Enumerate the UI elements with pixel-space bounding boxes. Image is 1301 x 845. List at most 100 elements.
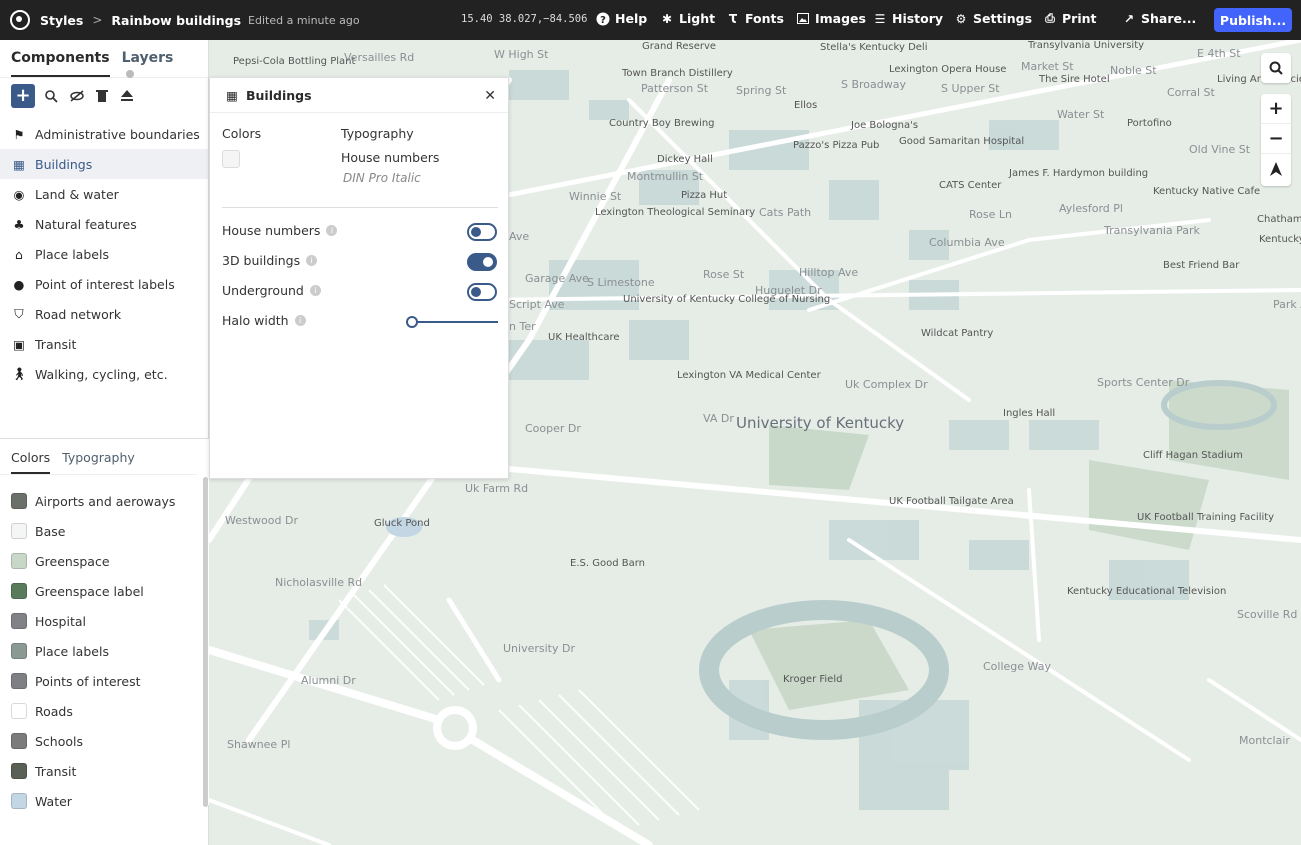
color-item[interactable]: Airports and aeroways: [0, 486, 209, 516]
color-item[interactable]: Greenspace: [0, 546, 209, 576]
publish-button[interactable]: Publish...: [1214, 8, 1292, 32]
info-icon[interactable]: i: [306, 255, 318, 266]
component-walking-cycling[interactable]: 🚶︎ Walking, cycling, etc.: [0, 359, 208, 389]
tab-colors[interactable]: Colors: [11, 450, 51, 474]
color-item[interactable]: Base: [0, 516, 209, 546]
component-land-water[interactable]: ◉ Land & water: [0, 179, 208, 209]
map-label: Town Branch Distillery: [622, 68, 733, 79]
share-button[interactable]: ↗ Share...: [1122, 11, 1196, 26]
component-road-network[interactable]: ⛉ Road network: [0, 299, 208, 329]
breadcrumb-styles[interactable]: Styles: [40, 13, 83, 28]
color-swatch[interactable]: [11, 553, 27, 569]
house-numbers-toggle[interactable]: [467, 223, 497, 241]
logo-icon[interactable]: [10, 10, 30, 30]
compass-button[interactable]: [1261, 154, 1291, 184]
map-label: Script Ave: [509, 298, 565, 311]
3d-buildings-toggle[interactable]: [467, 253, 497, 271]
add-component-button[interactable]: +: [11, 83, 35, 108]
history-button[interactable]: ☰ History: [873, 11, 943, 26]
info-icon[interactable]: i: [309, 285, 321, 296]
map-label: Hilltop Ave: [799, 266, 859, 279]
colors-heading: Colors: [222, 126, 262, 141]
color-label: Greenspace: [35, 553, 110, 569]
light-label: Light: [679, 11, 716, 26]
halo-width-slider[interactable]: [406, 316, 498, 328]
print-button[interactable]: ⎙ Print: [1043, 11, 1096, 26]
tab-typography[interactable]: Typography: [62, 450, 135, 474]
component-buildings[interactable]: ▦ Buildings: [0, 149, 208, 179]
color-swatch[interactable]: [11, 583, 27, 599]
color-swatch[interactable]: [11, 523, 27, 539]
map-label: Patterson St: [641, 82, 709, 95]
font-selector[interactable]: DIN Pro Italic: [343, 171, 421, 185]
close-icon[interactable]: ✕: [484, 88, 496, 104]
map-label: The Sire Hotel: [1039, 74, 1110, 85]
color-item[interactable]: Greenspace label: [0, 576, 209, 606]
map-label: Scoville Rd: [1237, 608, 1298, 621]
settings-button[interactable]: ⚙ Settings: [954, 11, 1032, 26]
help-button[interactable]: ? Help: [596, 11, 647, 26]
component-place-labels[interactable]: ⌂ Place labels: [0, 239, 208, 269]
color-item[interactable]: Hospital: [0, 606, 209, 636]
style-name[interactable]: Rainbow buildings: [111, 13, 241, 28]
train-icon: ▣: [13, 336, 25, 352]
component-transit[interactable]: ▣ Transit: [0, 329, 208, 359]
color-item[interactable]: Schools: [0, 726, 209, 756]
help-label: Help: [615, 11, 648, 26]
component-poi-labels[interactable]: ● Point of interest labels: [0, 269, 208, 299]
map-label: Rose Ln: [969, 208, 1012, 221]
component-administrative-boundaries[interactable]: ⚑ Administrative boundaries: [0, 119, 208, 149]
map-label: CATS Center: [939, 180, 1002, 191]
color-swatch[interactable]: [11, 763, 27, 779]
map-search-button[interactable]: [1261, 53, 1291, 83]
map-label: Lexington Opera House: [889, 64, 1007, 75]
flag-icon: ⚑: [13, 126, 25, 142]
color-swatch[interactable]: [11, 733, 27, 749]
color-item[interactable]: Roads: [0, 696, 209, 726]
light-button[interactable]: ✱ Light: [660, 11, 715, 26]
color-swatch[interactable]: [11, 703, 27, 719]
fonts-button[interactable]: Ꚍ Fonts: [726, 11, 784, 26]
map-label: Nicholasville Rd: [275, 576, 363, 589]
map-label: Uk Farm Rd: [465, 482, 529, 495]
scrollbar[interactable]: [203, 477, 208, 807]
color-swatch[interactable]: [11, 793, 27, 809]
color-swatch[interactable]: [11, 493, 27, 509]
map-label: University of Kentucky College of Nursin…: [623, 294, 831, 305]
status-dot-icon: [125, 70, 134, 78]
color-label: Points of interest: [35, 673, 141, 689]
info-icon[interactable]: i: [326, 225, 338, 236]
component-label: Place labels: [35, 246, 109, 262]
color-swatch[interactable]: [11, 673, 27, 689]
tab-layers[interactable]: Layers: [122, 50, 185, 78]
printer-icon: ⎙: [1045, 11, 1055, 25]
road-icon: ⛉: [14, 306, 24, 321]
underground-toggle[interactable]: [467, 283, 497, 301]
slider-handle[interactable]: [406, 316, 418, 328]
info-icon[interactable]: i: [294, 315, 306, 326]
zoom-in-button[interactable]: +: [1261, 94, 1291, 124]
map-label: Pepsi-Cola Bottling Plant: [233, 56, 356, 67]
gear-icon: ⚙: [955, 11, 967, 26]
zoom-out-button[interactable]: −: [1261, 124, 1291, 154]
tab-components[interactable]: Components: [11, 50, 110, 77]
color-swatch[interactable]: [11, 643, 27, 659]
search-layers-icon[interactable]: [44, 88, 60, 104]
component-list: ⚑ Administrative boundaries ▦ Buildings ◉ L…: [0, 119, 208, 389]
color-label: Water: [35, 793, 72, 809]
color-item[interactable]: Points of interest: [0, 666, 209, 696]
eject-icon[interactable]: [119, 88, 135, 104]
images-button[interactable]: Images: [796, 11, 866, 26]
component-natural-features[interactable]: ♣ Natural features: [0, 209, 208, 239]
hide-icon[interactable]: [69, 88, 85, 104]
building-color-swatch[interactable]: [222, 150, 240, 168]
color-item[interactable]: Water: [0, 786, 209, 816]
component-label: Administrative boundaries: [35, 126, 200, 142]
color-swatch[interactable]: [11, 613, 27, 629]
trash-icon[interactable]: [94, 88, 110, 104]
color-item[interactable]: Place labels: [0, 636, 209, 666]
map-label: Corral St: [1167, 86, 1215, 99]
color-item[interactable]: Transit: [0, 756, 209, 786]
option-underground: Underground i: [222, 283, 321, 298]
map-label: College Way: [983, 660, 1051, 673]
